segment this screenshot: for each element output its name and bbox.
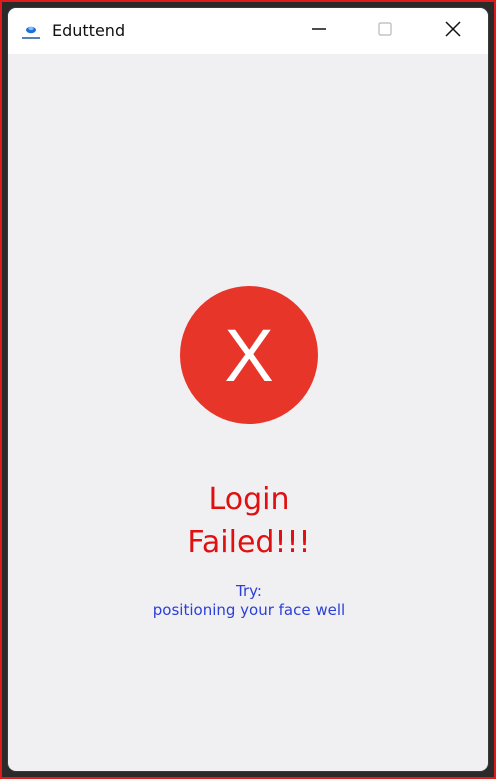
hint-message: positioning your face well — [152, 601, 346, 619]
eduttend-logo-icon — [20, 22, 42, 42]
login-failed-heading: Login Failed!!! — [8, 478, 488, 564]
retry-hint: Try: positioning your face well — [8, 582, 488, 620]
minimize-button[interactable] — [290, 8, 348, 54]
login-failed-panel: X Login Failed!!! Try: positioning your … — [8, 54, 488, 771]
error-x-icon: X — [180, 286, 318, 424]
close-button[interactable] — [424, 8, 482, 54]
close-icon — [444, 20, 462, 42]
error-x-glyph: X — [224, 314, 274, 397]
hint-label: Try: — [236, 582, 262, 600]
screenshot-frame: Eduttend X Login Failed!!! Try: position… — [0, 0, 496, 779]
app-window: Eduttend X Login Failed!!! Try: position… — [8, 8, 488, 771]
window-title: Eduttend — [52, 21, 126, 40]
minimize-icon — [311, 21, 327, 41]
heading-line-2: Failed!!! — [187, 525, 311, 560]
maximize-button[interactable] — [356, 8, 414, 54]
title-bar[interactable]: Eduttend — [8, 8, 488, 54]
maximize-icon — [377, 21, 393, 41]
heading-line-1: Login — [208, 482, 290, 517]
